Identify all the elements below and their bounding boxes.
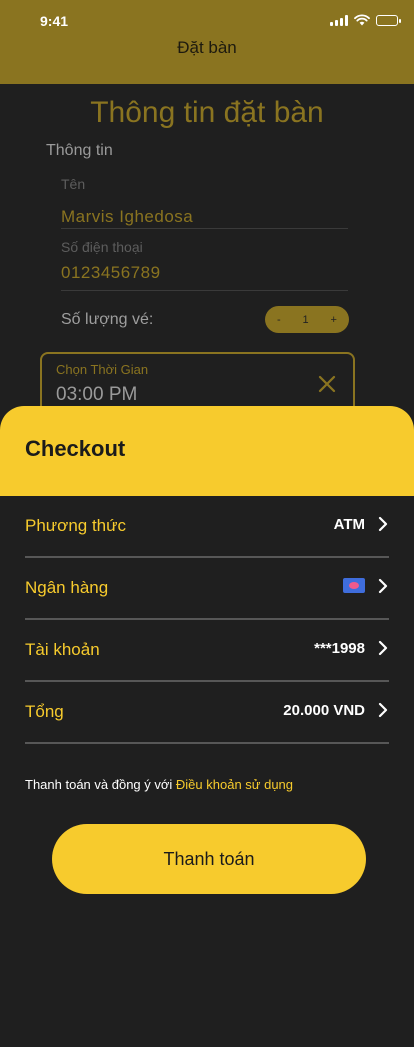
quantity-value: 1 bbox=[302, 313, 309, 326]
checkout-title: Checkout bbox=[25, 436, 126, 461]
row-divider bbox=[25, 556, 389, 558]
battery-icon bbox=[376, 14, 401, 26]
chevron-right-icon bbox=[378, 640, 388, 656]
name-field[interactable]: Marvis Ighedosa bbox=[61, 207, 193, 227]
bank-row[interactable]: Ngân hàng bbox=[25, 578, 389, 640]
phone-field[interactable]: 0123456789 bbox=[61, 263, 161, 283]
phone-divider bbox=[61, 290, 348, 291]
close-icon[interactable] bbox=[317, 374, 337, 394]
quantity-plus-button[interactable]: + bbox=[331, 314, 337, 326]
name-divider bbox=[61, 228, 348, 229]
app-header: 9:41 Đặt bàn bbox=[0, 0, 414, 84]
section-label: Thông tin bbox=[46, 142, 113, 159]
total-row[interactable]: Tổng 20.000 VND bbox=[25, 702, 389, 764]
row-label: Tài khoản bbox=[25, 640, 100, 659]
wifi-icon bbox=[354, 14, 370, 26]
quantity-label: Số lượng vé: bbox=[61, 311, 154, 328]
account-row[interactable]: Tài khoản ***1998 bbox=[25, 640, 389, 702]
row-value: ATM bbox=[333, 516, 365, 533]
terms-text: Thanh toán và đồng ý với Điều khoản sử d… bbox=[25, 777, 293, 792]
quantity-minus-button[interactable]: - bbox=[277, 314, 281, 326]
chevron-right-icon bbox=[378, 516, 388, 532]
credit-card-icon bbox=[343, 578, 365, 593]
payment-method-row[interactable]: Phương thức ATM bbox=[25, 516, 389, 578]
row-label: Tổng bbox=[25, 702, 64, 721]
status-icons bbox=[330, 14, 401, 26]
page-title: Đặt bàn bbox=[177, 38, 237, 57]
chevron-right-icon bbox=[378, 702, 388, 718]
cellular-signal-icon bbox=[330, 14, 348, 26]
row-divider bbox=[25, 618, 389, 620]
row-divider bbox=[25, 680, 389, 682]
form-title: Thông tin đặt bàn bbox=[90, 96, 324, 129]
time-label: Chọn Thời Gian bbox=[56, 362, 149, 377]
row-label: Phương thức bbox=[25, 516, 127, 535]
terms-prefix: Thanh toán và đồng ý với bbox=[25, 777, 176, 792]
time-value: 03:00 PM bbox=[56, 384, 138, 405]
pay-button[interactable]: Thanh toán bbox=[52, 824, 366, 894]
checkout-sheet: Checkout Phương thức ATM Ngân hàng Tài k… bbox=[0, 406, 414, 1047]
row-label: Ngân hàng bbox=[25, 578, 109, 597]
row-divider bbox=[25, 742, 389, 744]
row-value: 20.000 VND bbox=[283, 702, 365, 719]
row-value: ***1998 bbox=[314, 640, 365, 657]
status-time: 9:41 bbox=[40, 13, 69, 29]
name-label: Tên bbox=[61, 176, 86, 192]
phone-label: Số điện thoại bbox=[61, 239, 143, 255]
chevron-right-icon bbox=[378, 578, 388, 594]
terms-link[interactable]: Điều khoản sử dụng bbox=[176, 777, 293, 792]
quantity-stepper[interactable]: - 1 + bbox=[265, 306, 349, 333]
checkout-header: Checkout bbox=[0, 406, 414, 496]
